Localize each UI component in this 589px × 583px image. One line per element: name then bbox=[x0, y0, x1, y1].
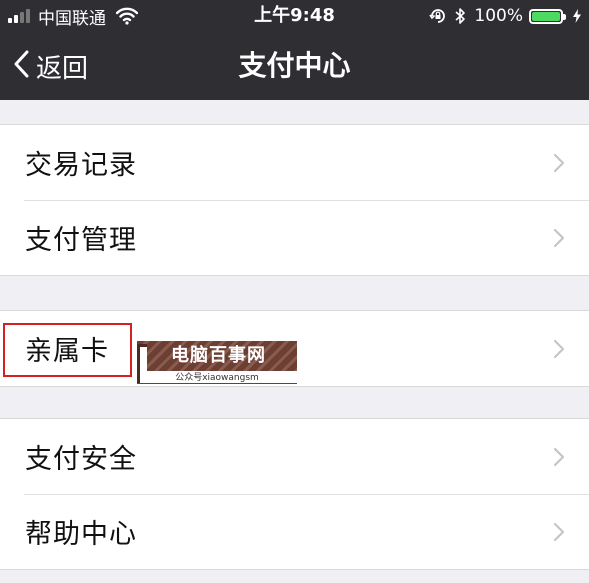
menu-item-help-center[interactable]: 帮助中心 bbox=[0, 494, 589, 569]
rotation-lock-icon bbox=[429, 7, 447, 25]
watermark: 电脑百事网 公众号xiaowangsm bbox=[137, 341, 297, 384]
nav-bar: 返回 支付中心 bbox=[0, 32, 589, 100]
menu-item-transactions[interactable]: 交易记录 bbox=[0, 125, 589, 200]
battery-percent: 100% bbox=[474, 6, 523, 26]
menu-item-label: 帮助中心 bbox=[25, 519, 137, 550]
page-title: 支付中心 bbox=[238, 49, 351, 82]
battery-level bbox=[532, 11, 560, 21]
chevron-right-icon bbox=[553, 447, 565, 466]
chevron-right-icon bbox=[553, 153, 565, 172]
menu-item-label: 支付管理 bbox=[25, 225, 137, 256]
menu-item-label: 支付安全 bbox=[25, 444, 137, 475]
bluetooth-icon bbox=[455, 7, 466, 25]
status-bar: 中国联通 上午9:48 100% bbox=[0, 0, 589, 32]
chevron-right-icon bbox=[553, 339, 565, 358]
watermark-underline bbox=[137, 383, 297, 384]
chevron-right-icon bbox=[553, 522, 565, 541]
menu-group-records: 交易记录 支付管理 bbox=[0, 124, 589, 276]
menu-group-security: 支付安全 帮助中心 bbox=[0, 418, 589, 570]
menu-item-payment-security[interactable]: 支付安全 bbox=[0, 419, 589, 494]
battery-icon bbox=[529, 8, 566, 24]
menu-item-payment-management[interactable]: 支付管理 bbox=[0, 200, 589, 275]
charging-icon bbox=[573, 9, 581, 23]
chevron-right-icon bbox=[553, 228, 565, 247]
status-right: 100% bbox=[429, 4, 581, 28]
watermark-title: 电脑百事网 bbox=[171, 345, 266, 366]
menu-item-label: 亲属卡 bbox=[25, 336, 109, 367]
menu-item-label: 交易记录 bbox=[25, 150, 137, 181]
